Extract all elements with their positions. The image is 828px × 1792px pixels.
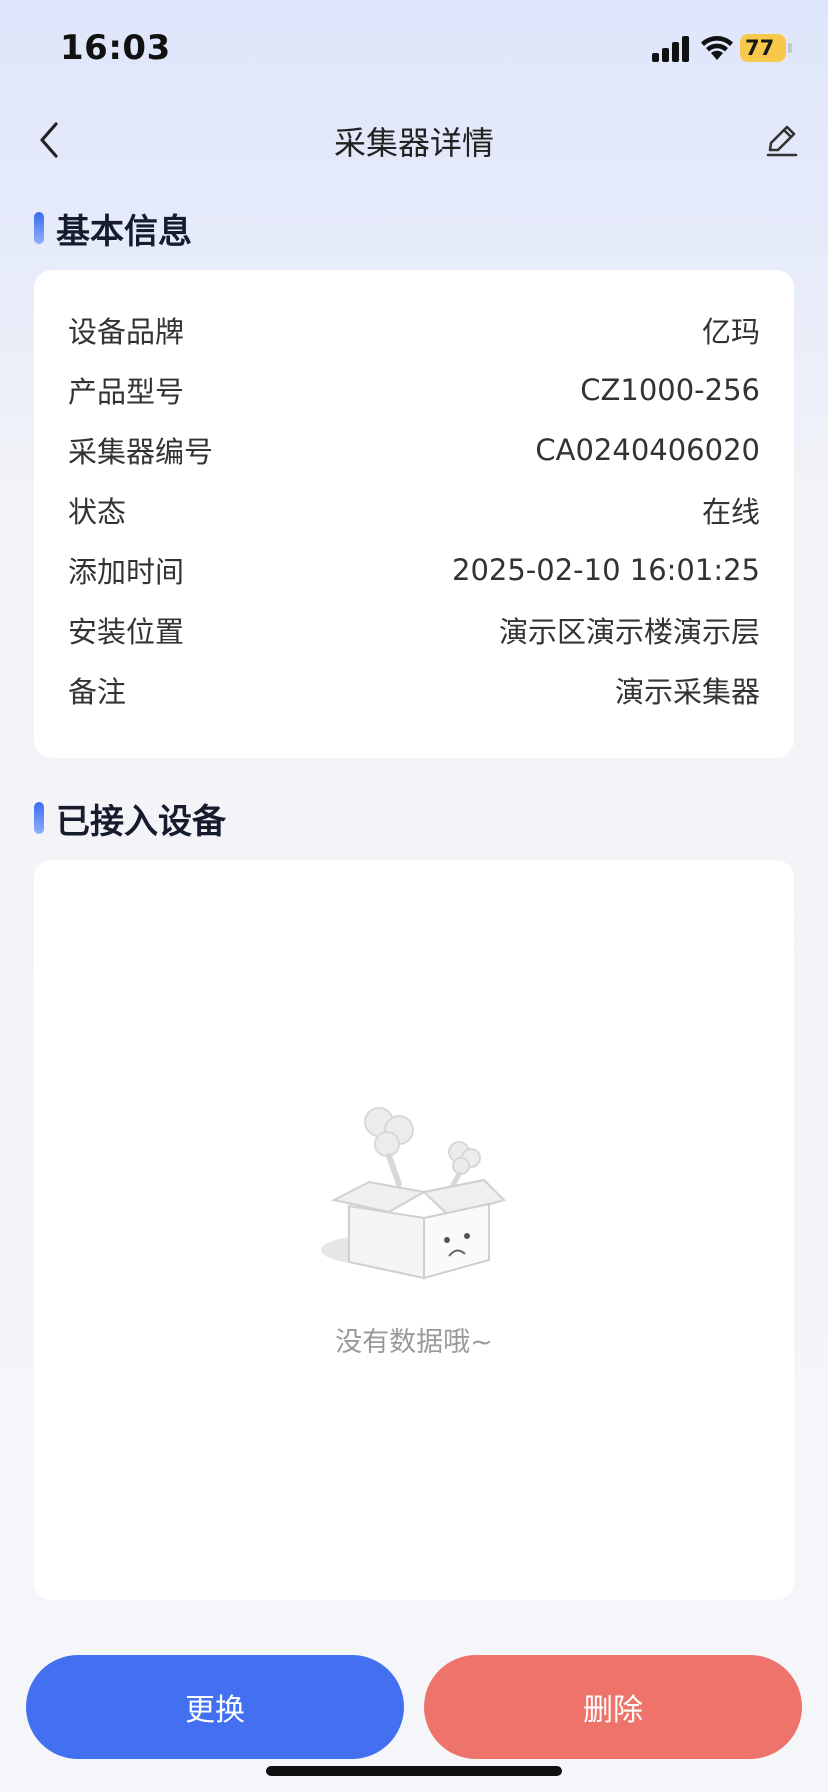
basic-info-heading-text: 基本信息	[56, 211, 192, 252]
info-label: 采集器编号	[68, 435, 214, 469]
status-bar: 16:03 77	[0, 0, 828, 100]
pencil-icon[interactable]	[762, 120, 802, 160]
info-value: CA0240406020	[535, 433, 760, 467]
connected-devices-card: 没有数据哦~	[34, 860, 794, 1600]
signal-icon	[652, 36, 689, 62]
info-label: 备注	[68, 675, 127, 709]
page-title: 采集器详情	[333, 124, 494, 162]
info-label: 添加时间	[68, 555, 185, 589]
info-row-brand: 设备品牌 亿玛	[68, 300, 760, 360]
empty-state-text: 没有数据哦~	[335, 1327, 493, 1358]
info-row-location: 安装位置 演示区演示楼演示层	[68, 600, 760, 660]
connected-devices-heading: 已接入设备	[34, 796, 226, 842]
delete-button[interactable]: 删除	[424, 1655, 802, 1759]
info-label: 设备品牌	[68, 315, 185, 349]
info-value: CZ1000-256	[580, 373, 760, 407]
status-value: 在线	[701, 495, 760, 529]
info-label: 状态	[68, 495, 127, 529]
info-label: 安装位置	[68, 615, 185, 649]
status-time: 16:03	[60, 28, 171, 68]
info-value: 2025-02-10 16:01:25	[452, 553, 760, 587]
heading-accent-bar	[34, 212, 44, 244]
info-row-collector-id: 采集器编号 CA0240406020	[68, 420, 760, 480]
info-value: 演示区演示楼演示层	[498, 615, 760, 649]
info-row-remark: 备注 演示采集器	[68, 660, 760, 720]
info-label: 产品型号	[68, 375, 185, 409]
home-indicator	[266, 1766, 562, 1776]
info-row-status: 状态 在线	[68, 480, 760, 540]
info-row-added-time: 添加时间 2025-02-10 16:01:25	[68, 540, 760, 600]
basic-info-heading: 基本信息	[34, 206, 192, 252]
connected-devices-heading-text: 已接入设备	[56, 801, 226, 842]
nav-bar: 采集器详情	[0, 100, 828, 180]
info-row-model: 产品型号 CZ1000-256	[68, 360, 760, 420]
heading-accent-bar	[34, 802, 44, 834]
info-value: 演示采集器	[614, 675, 760, 709]
info-value: 亿玛	[701, 315, 760, 349]
replace-button[interactable]: 更换	[26, 1655, 404, 1759]
basic-info-card: 设备品牌 亿玛 产品型号 CZ1000-256 采集器编号 CA02404060…	[34, 270, 794, 758]
battery-icon: 77	[740, 34, 792, 62]
battery-level: 77	[745, 36, 775, 60]
empty-box-icon	[321, 1107, 506, 1280]
wifi-icon	[701, 36, 733, 60]
